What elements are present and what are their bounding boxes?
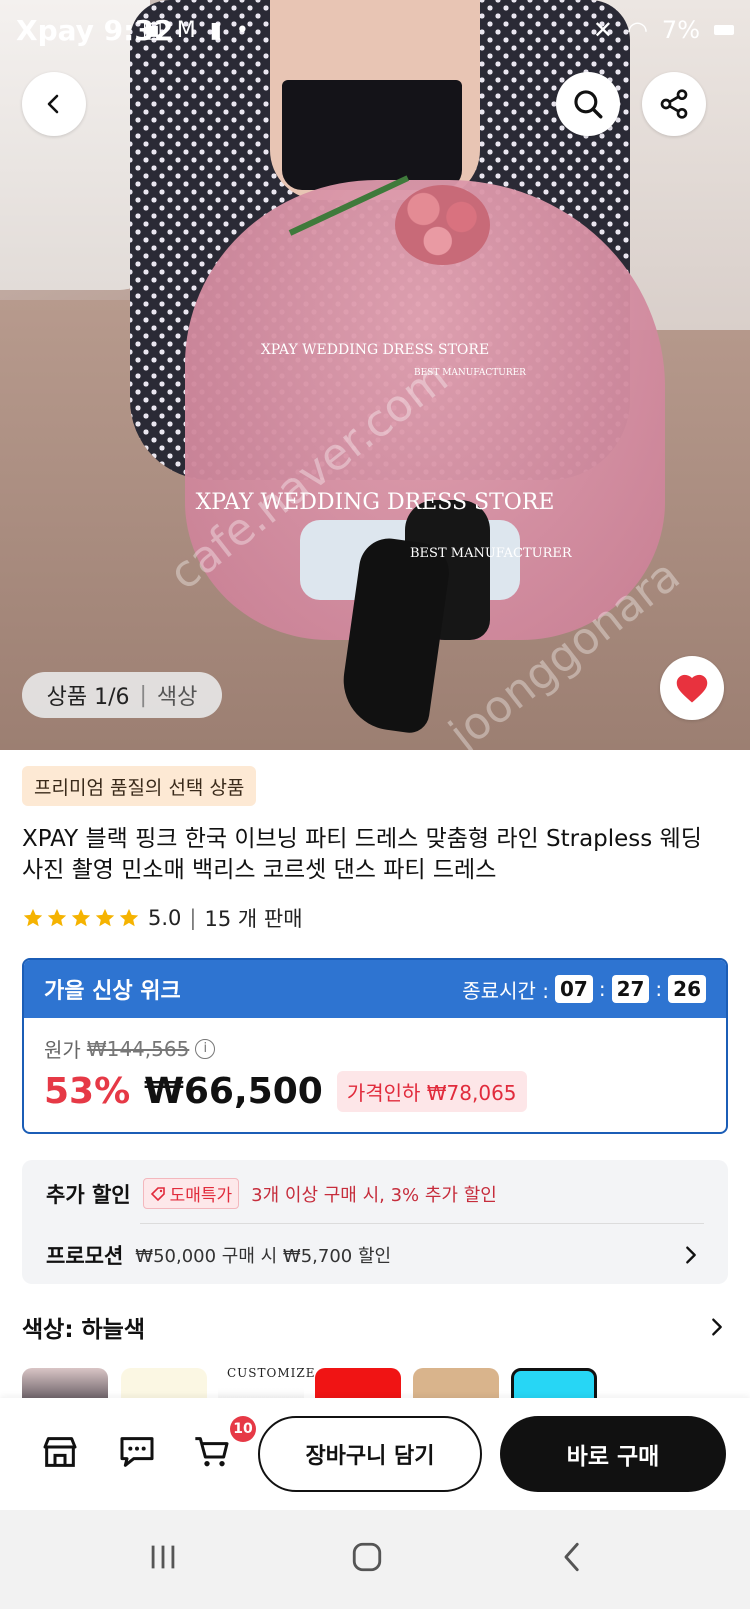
sale-timer: 종료시간 : 07 : 27 : 26 <box>462 975 706 1004</box>
tag-icon <box>150 1186 165 1201</box>
rating-value: 5.0 <box>148 906 182 930</box>
chevron-left-icon <box>47 94 59 114</box>
timer-colon: : <box>655 977 663 1001</box>
chevron-right-icon[interactable] <box>680 1244 702 1266</box>
buy-now-button[interactable]: 바로 구매 <box>500 1416 726 1492</box>
star-icon <box>71 908 91 927</box>
mute-icon: ✕ <box>592 16 613 44</box>
wifi-icon: ◠ <box>626 16 648 44</box>
battery-text: 7% <box>661 16 700 44</box>
counter-separator: | <box>139 682 147 708</box>
discounts-box: 추가 할인 도매특가 3개 이상 구매 시, 3% 추가 할인 프로모션 ₩50… <box>22 1160 728 1284</box>
product-image[interactable]: XPAY WEDDING DRESS STORE BEST MANUFACTUR… <box>0 0 750 750</box>
extra-discount-label: 추가 할인 <box>46 1182 131 1207</box>
home-icon[interactable] <box>350 1540 384 1574</box>
rating-separator: | <box>189 906 197 930</box>
image-bouquet <box>395 185 490 265</box>
search-button[interactable] <box>556 72 620 136</box>
color-label: 색상: 하늘색 <box>22 1317 146 1343</box>
extra-discount-row: 추가 할인 도매특가 3개 이상 구매 시, 3% 추가 할인 <box>46 1178 497 1209</box>
wholesale-tag: 도매특가 <box>142 1178 240 1209</box>
sale-box: 가을 신상 위크 종료시간 : 07 : 27 : 26 원가 ₩144,565… <box>22 958 728 1134</box>
promotion-row[interactable]: 프로모션 ₩50,000 구매 시 ₩5,700 할인 <box>46 1240 391 1270</box>
cart-icon[interactable] <box>192 1432 232 1472</box>
premium-badge: 프리미엄 품질의 선택 상품 <box>22 766 257 806</box>
timer-hours: 07 <box>554 975 593 1003</box>
swatch-red[interactable] <box>315 1368 401 1398</box>
wishlist-button[interactable] <box>660 656 724 720</box>
system-nav-bar <box>0 1510 750 1609</box>
sale-header: 가을 신상 위크 종료시간 : 07 : 27 : 26 <box>24 960 726 1018</box>
discount-percent: 53% <box>44 1071 131 1112</box>
share-icon <box>660 89 688 119</box>
recent-apps-icon[interactable] <box>146 1540 180 1574</box>
rating-stars <box>22 907 140 929</box>
dot-icon: • <box>235 18 249 43</box>
status-notification-icons: ▣ M ▮ • <box>142 18 249 43</box>
back-nav-icon[interactable] <box>556 1540 590 1574</box>
swatch-sky-blue[interactable] <box>511 1368 597 1398</box>
timer-colon: : <box>598 977 606 1001</box>
swatch-black-pink[interactable] <box>22 1368 108 1398</box>
back-button[interactable] <box>22 72 86 136</box>
watermark-text: XPAY WEDDING DRESS STORE <box>195 490 555 515</box>
product-title: XPAY 블랙 핑크 한국 이브닝 파티 드레스 맞춤형 라인 Straples… <box>22 826 702 883</box>
status-system-icons: ✕ ◠ 7% <box>593 16 734 44</box>
cart-count-badge: 10 <box>230 1416 256 1442</box>
timer-seconds: 26 <box>668 975 706 1003</box>
timer-minutes: 27 <box>611 975 650 1003</box>
color-selector-row[interactable]: 색상: 하늘색 <box>22 1310 728 1344</box>
sale-price: ₩66,500 <box>144 1071 323 1112</box>
star-icon <box>47 908 67 927</box>
wholesale-tag-label: 도매특가 <box>169 1186 233 1206</box>
pay-icon: ▣ <box>142 18 163 43</box>
watermark-subtext: BEST MANUFACTURER <box>410 546 572 561</box>
sold-count: 15 개 판매 <box>204 907 303 931</box>
star-icon <box>23 908 43 927</box>
sale-name: 가을 신상 위크 <box>44 979 181 1004</box>
price-drop-badge: 가격인하 ₩78,065 <box>336 1071 527 1112</box>
customize-label: CUSTOMIZE <box>227 1366 316 1380</box>
star-icon <box>95 908 115 927</box>
add-to-cart-button[interactable]: 장바구니 담기 <box>258 1416 482 1492</box>
info-icon[interactable]: i <box>195 1038 216 1059</box>
image-counter-text: 상품 1/6 <box>46 685 130 710</box>
heart-icon <box>676 674 708 703</box>
wholesale-text: 3개 이상 구매 시, 3% 추가 할인 <box>251 1184 497 1206</box>
image-counter-color-tab[interactable]: 색상 <box>157 679 197 711</box>
chat-icon[interactable] <box>117 1432 157 1472</box>
bottom-action-bar: 10 장바구니 담기 바로 구매 <box>0 1398 750 1510</box>
discounts-divider <box>140 1223 704 1224</box>
swatch-ivory[interactable] <box>121 1368 207 1398</box>
status-bar: Xpay 9:32 ▣ M ▮ • ✕ ◠ 7% <box>0 0 750 64</box>
watermark-text-small: XPAY WEDDING DRESS STORE <box>260 342 490 358</box>
star-icon <box>119 908 139 927</box>
share-button[interactable] <box>642 72 706 136</box>
promotion-label: 프로모션 <box>46 1244 124 1268</box>
timer-label: 종료시간 : <box>462 978 549 1003</box>
image-dress-top <box>282 80 462 190</box>
rating-row[interactable]: 5.0 | 15 개 판매 <box>22 903 303 933</box>
sale-body: 원가 ₩144,565 i 53% ₩66,500 가격인하 ₩78,065 <box>24 1018 726 1128</box>
original-price-label: 원가 <box>44 1038 81 1062</box>
promotion-text: ₩50,000 구매 시 ₩5,700 할인 <box>135 1246 392 1267</box>
price-row: 53% ₩66,500 가격인하 ₩78,065 <box>44 1071 706 1112</box>
swatch-champagne[interactable] <box>413 1368 499 1398</box>
chevron-right-icon[interactable] <box>706 1316 728 1338</box>
color-swatches <box>22 1368 728 1398</box>
original-price: ₩144,565 <box>86 1036 190 1061</box>
image-counter[interactable]: 상품 1/6 | 색상 <box>22 672 222 718</box>
search-icon <box>574 90 603 119</box>
alert-icon: ▮ <box>209 18 222 43</box>
original-price-row: 원가 ₩144,565 i <box>44 1034 706 1063</box>
battery-icon <box>714 25 734 35</box>
mail-icon: M <box>176 18 196 43</box>
store-icon[interactable] <box>40 1432 80 1472</box>
